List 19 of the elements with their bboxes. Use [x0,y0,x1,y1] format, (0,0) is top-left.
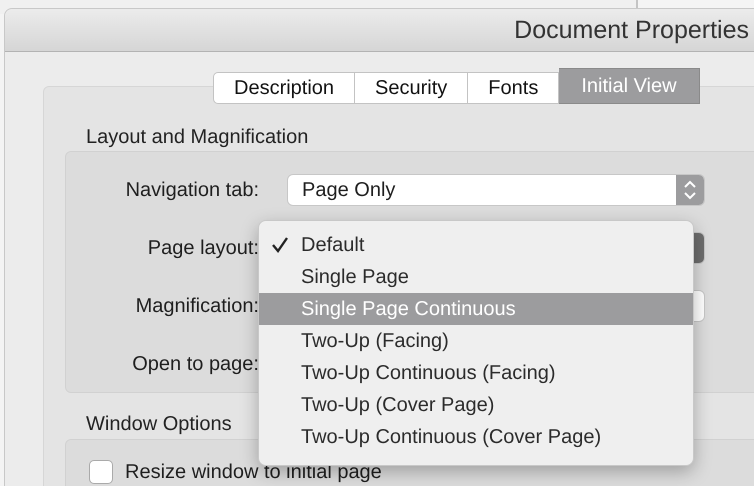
field-label: Page layout: [146,236,259,260]
checkbox[interactable] [89,460,113,484]
tab[interactable]: Fonts [468,72,560,104]
stepper-icon [676,175,704,205]
menu-item[interactable]: Two-Up (Facing) [259,325,693,357]
popup-button[interactable]: Page Only [287,174,705,206]
tab[interactable]: Description [213,72,356,104]
window-title: Document Properties [514,16,749,44]
menu-item[interactable]: Two-Up Continuous (Cover Page) [259,421,693,453]
tab[interactable]: Security [355,72,468,104]
field-label: Magnification: [134,294,259,318]
menu-item[interactable]: Two-Up Continuous (Facing) [259,357,693,389]
field-label: Open to page: [131,352,259,376]
section-title: Window Options [86,412,232,436]
menu-item[interactable]: Single Page [259,261,693,293]
menu-item[interactable]: Two-Up (Cover Page) [259,389,693,421]
field-label: Navigation tab: [124,178,259,202]
section-title: Layout and Magnification [86,125,308,149]
menu-item[interactable]: Default [259,229,693,261]
